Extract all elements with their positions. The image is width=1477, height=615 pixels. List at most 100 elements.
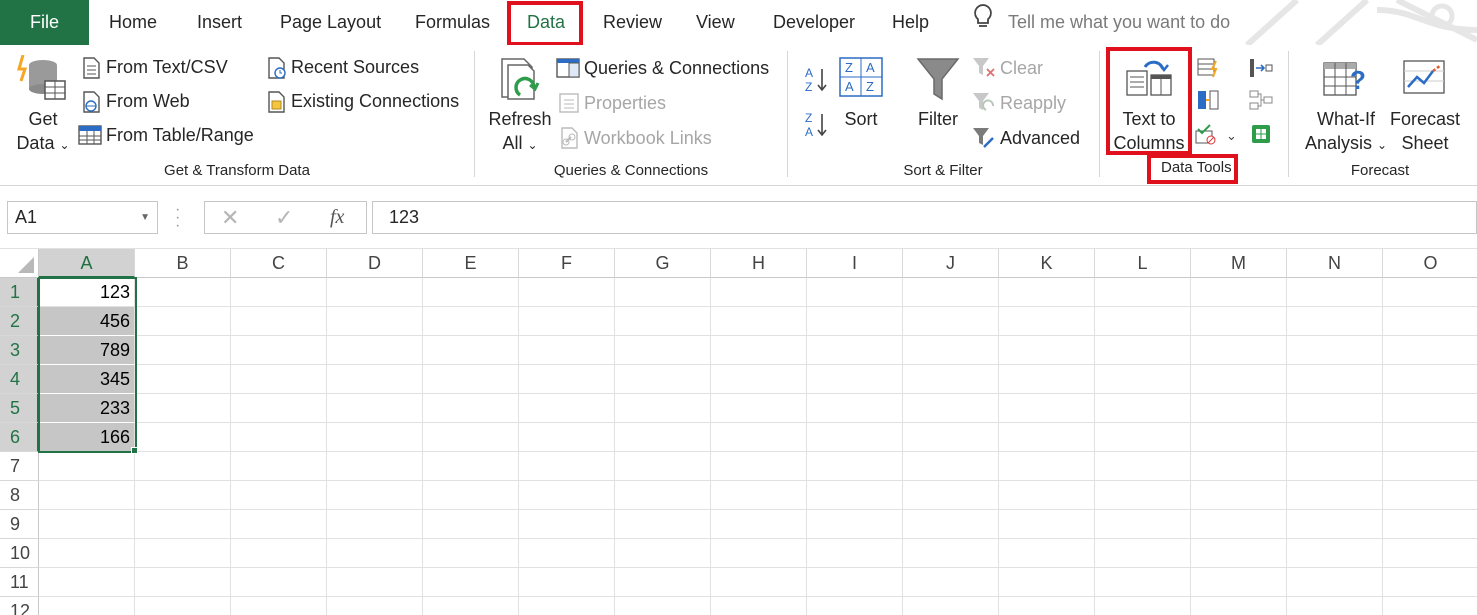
cell-o5[interactable] xyxy=(1383,394,1477,423)
existing-connections-button[interactable]: Existing Connections xyxy=(291,91,459,112)
cell-h4[interactable] xyxy=(711,365,807,394)
cell-c6[interactable] xyxy=(231,423,327,452)
cell-n7[interactable] xyxy=(1287,452,1383,481)
flash-fill-icon[interactable] xyxy=(1196,57,1220,84)
cell-b9[interactable] xyxy=(135,510,231,539)
cell-a11[interactable] xyxy=(39,568,135,597)
cell-o7[interactable] xyxy=(1383,452,1477,481)
cell-j9[interactable] xyxy=(903,510,999,539)
cell-m7[interactable] xyxy=(1191,452,1287,481)
cell-i3[interactable] xyxy=(807,336,903,365)
cell-h10[interactable] xyxy=(711,539,807,568)
cell-c4[interactable] xyxy=(231,365,327,394)
select-all-corner[interactable] xyxy=(0,249,39,278)
cell-n12[interactable] xyxy=(1287,597,1383,615)
cell-a1[interactable]: 123 xyxy=(39,278,135,307)
cell-b4[interactable] xyxy=(135,365,231,394)
cell-a7[interactable] xyxy=(39,452,135,481)
cell-j2[interactable] xyxy=(903,307,999,336)
cell-n10[interactable] xyxy=(1287,539,1383,568)
cell-l5[interactable] xyxy=(1095,394,1191,423)
cell-h9[interactable] xyxy=(711,510,807,539)
cell-h7[interactable] xyxy=(711,452,807,481)
cell-f11[interactable] xyxy=(519,568,615,597)
cell-e11[interactable] xyxy=(423,568,519,597)
cell-k5[interactable] xyxy=(999,394,1095,423)
cell-j1[interactable] xyxy=(903,278,999,307)
cell-d11[interactable] xyxy=(327,568,423,597)
column-header-i[interactable]: I xyxy=(807,249,903,278)
cell-f5[interactable] xyxy=(519,394,615,423)
cell-f2[interactable] xyxy=(519,307,615,336)
cell-a5[interactable]: 233 xyxy=(39,394,135,423)
row-header-11[interactable]: 11 xyxy=(0,568,39,597)
cell-k3[interactable] xyxy=(999,336,1095,365)
cell-n9[interactable] xyxy=(1287,510,1383,539)
cell-e7[interactable] xyxy=(423,452,519,481)
cell-g4[interactable] xyxy=(615,365,711,394)
cell-g3[interactable] xyxy=(615,336,711,365)
data-validation-icon[interactable] xyxy=(1194,123,1224,150)
cell-l8[interactable] xyxy=(1095,481,1191,510)
cell-n8[interactable] xyxy=(1287,481,1383,510)
sort-z-to-a-icon[interactable]: ZA xyxy=(804,110,828,145)
tab-review[interactable]: Review xyxy=(603,0,662,45)
cell-h6[interactable] xyxy=(711,423,807,452)
cell-g8[interactable] xyxy=(615,481,711,510)
tab-insert[interactable]: Insert xyxy=(197,0,242,45)
from-web-button[interactable]: From Web xyxy=(106,91,190,112)
cell-m10[interactable] xyxy=(1191,539,1287,568)
cell-j11[interactable] xyxy=(903,568,999,597)
cell-a10[interactable] xyxy=(39,539,135,568)
cell-c9[interactable] xyxy=(231,510,327,539)
column-header-b[interactable]: B xyxy=(135,249,231,278)
cell-b5[interactable] xyxy=(135,394,231,423)
cell-b7[interactable] xyxy=(135,452,231,481)
cell-l9[interactable] xyxy=(1095,510,1191,539)
cell-k2[interactable] xyxy=(999,307,1095,336)
cell-i7[interactable] xyxy=(807,452,903,481)
cell-d8[interactable] xyxy=(327,481,423,510)
cell-b3[interactable] xyxy=(135,336,231,365)
cell-m6[interactable] xyxy=(1191,423,1287,452)
cell-n2[interactable] xyxy=(1287,307,1383,336)
column-header-l[interactable]: L xyxy=(1095,249,1191,278)
cell-d12[interactable] xyxy=(327,597,423,615)
cell-o2[interactable] xyxy=(1383,307,1477,336)
cell-c7[interactable] xyxy=(231,452,327,481)
cell-e6[interactable] xyxy=(423,423,519,452)
cell-b10[interactable] xyxy=(135,539,231,568)
cell-f8[interactable] xyxy=(519,481,615,510)
cell-i11[interactable] xyxy=(807,568,903,597)
cell-f3[interactable] xyxy=(519,336,615,365)
cell-a2[interactable]: 456 xyxy=(39,307,135,336)
row-header-1[interactable]: 1 xyxy=(0,278,39,307)
cell-c2[interactable] xyxy=(231,307,327,336)
cell-i2[interactable] xyxy=(807,307,903,336)
cell-n1[interactable] xyxy=(1287,278,1383,307)
column-header-e[interactable]: E xyxy=(423,249,519,278)
cell-c12[interactable] xyxy=(231,597,327,615)
column-header-o[interactable]: O xyxy=(1383,249,1477,278)
cell-l3[interactable] xyxy=(1095,336,1191,365)
column-header-f[interactable]: F xyxy=(519,249,615,278)
cell-l11[interactable] xyxy=(1095,568,1191,597)
refresh-all-button[interactable]: Refresh All ⌄ xyxy=(485,107,555,157)
cell-l7[interactable] xyxy=(1095,452,1191,481)
cell-c11[interactable] xyxy=(231,568,327,597)
manage-data-model-icon[interactable] xyxy=(1248,123,1274,150)
column-header-d[interactable]: D xyxy=(327,249,423,278)
cell-g9[interactable] xyxy=(615,510,711,539)
tab-page-layout[interactable]: Page Layout xyxy=(280,0,381,45)
cell-a12[interactable] xyxy=(39,597,135,615)
cell-m3[interactable] xyxy=(1191,336,1287,365)
cell-g11[interactable] xyxy=(615,568,711,597)
tab-formulas[interactable]: Formulas xyxy=(415,0,490,45)
cell-o6[interactable] xyxy=(1383,423,1477,452)
cell-j4[interactable] xyxy=(903,365,999,394)
row-header-5[interactable]: 5 xyxy=(0,394,39,423)
cell-f4[interactable] xyxy=(519,365,615,394)
cell-e2[interactable] xyxy=(423,307,519,336)
cell-m8[interactable] xyxy=(1191,481,1287,510)
cell-d4[interactable] xyxy=(327,365,423,394)
